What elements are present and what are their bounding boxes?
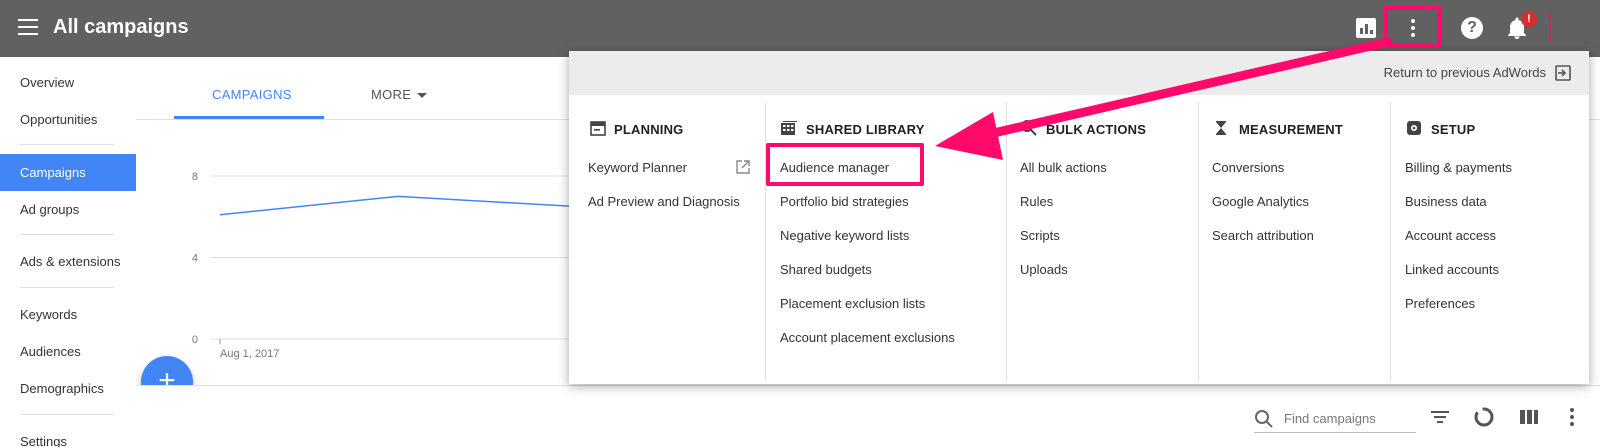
- tab-more[interactable]: MORE: [371, 87, 428, 102]
- sidebar-divider: [20, 414, 114, 415]
- uploads-link[interactable]: Uploads: [1020, 262, 1068, 277]
- sidebar-item-keywords[interactable]: Keywords: [0, 296, 136, 333]
- line-chart: 8 4 0 Aug 1, 2017: [192, 171, 576, 360]
- account-access-link[interactable]: Account access: [1405, 228, 1496, 243]
- placement-exclusion-lists-link[interactable]: Placement exclusion lists: [780, 296, 925, 311]
- rules-link[interactable]: Rules: [1020, 194, 1053, 209]
- sidebar-divider: [20, 144, 114, 145]
- search-attribution-link[interactable]: Search attribution: [1212, 228, 1314, 243]
- dropdown-header: Return to previous AdWords: [569, 51, 1589, 95]
- tools-dropdown-menu: Return to previous AdWords: [569, 51, 1589, 384]
- conversions-link[interactable]: Conversions: [1212, 160, 1284, 175]
- shared-budgets-link[interactable]: Shared budgets: [780, 262, 872, 277]
- preferences-link[interactable]: Preferences: [1405, 296, 1475, 311]
- caret-down-icon: [417, 93, 428, 99]
- y-tick-label: 0: [192, 334, 198, 346]
- billing-payments-link[interactable]: Billing & payments: [1405, 160, 1512, 175]
- audience-manager-highlight: [766, 143, 924, 186]
- library-icon: [781, 121, 797, 135]
- sidebar-divider: [20, 234, 114, 235]
- all-bulk-actions-link[interactable]: All bulk actions: [1020, 160, 1107, 175]
- columns-icon[interactable]: [1517, 405, 1541, 429]
- series-line: [219, 195, 576, 216]
- help-icon[interactable]: ?: [1461, 17, 1483, 39]
- sidebar-divider: [20, 287, 114, 288]
- segment-icon[interactable]: [1472, 405, 1496, 429]
- hourglass-icon: [1216, 121, 1226, 135]
- sidebar-item-opportunities[interactable]: Opportunities: [0, 101, 136, 138]
- more-options-button-highlight[interactable]: [1384, 6, 1441, 47]
- scripts-link[interactable]: Scripts: [1020, 228, 1060, 243]
- linked-accounts-link[interactable]: Linked accounts: [1405, 262, 1499, 277]
- sidebar: Overview Opportunities Campaigns Ad grou…: [0, 57, 136, 447]
- active-tab-indicator: [174, 116, 324, 119]
- sidebar-item-audiences[interactable]: Audiences: [0, 333, 136, 370]
- hamburger-menu-icon[interactable]: [18, 19, 38, 35]
- calendar-icon: [590, 121, 606, 136]
- column-divider: [1198, 102, 1199, 380]
- measurement-heading: MEASUREMENT: [1239, 122, 1344, 137]
- bulk-actions-heading: BULK ACTIONS: [1046, 122, 1147, 137]
- exit-icon[interactable]: [1554, 64, 1572, 82]
- return-to-previous-adwords-link[interactable]: Return to previous AdWords: [1384, 65, 1546, 80]
- search-input[interactable]: [1284, 407, 1412, 429]
- search-icon: [1255, 410, 1273, 428]
- page-title: All campaigns: [53, 16, 189, 38]
- sidebar-item-demographics[interactable]: Demographics: [0, 370, 136, 407]
- google-analytics-link[interactable]: Google Analytics: [1212, 194, 1309, 209]
- settings-icon: [1407, 121, 1421, 135]
- search-field[interactable]: [1254, 405, 1416, 433]
- tab-more-label: MORE: [371, 87, 412, 102]
- y-tick-label: 8: [192, 171, 198, 183]
- x-tick-label: Aug 1, 2017: [220, 348, 279, 360]
- account-placement-exclusions-link[interactable]: Account placement exclusions: [780, 330, 955, 345]
- sidebar-item-settings[interactable]: Settings: [0, 423, 136, 447]
- search-icon: [1021, 120, 1037, 136]
- keyword-planner-link[interactable]: Keyword Planner: [588, 160, 687, 175]
- column-divider: [1390, 102, 1391, 380]
- tab-campaigns[interactable]: CAMPAIGNS: [212, 87, 292, 102]
- reports-icon[interactable]: [1356, 18, 1376, 38]
- shared-library-heading: SHARED LIBRARY: [806, 122, 925, 137]
- more-vert-icon[interactable]: [1411, 19, 1415, 37]
- portfolio-bid-strategies-link[interactable]: Portfolio bid strategies: [780, 194, 909, 209]
- filter-icon[interactable]: [1428, 405, 1452, 429]
- sidebar-item-ad-groups[interactable]: Ad groups: [0, 191, 136, 228]
- notification-badge: !: [1521, 11, 1537, 27]
- open-in-new-icon[interactable]: [735, 159, 751, 175]
- ad-preview-link[interactable]: Ad Preview and Diagnosis: [588, 194, 740, 209]
- sidebar-item-ads-extensions[interactable]: Ads & extensions: [0, 243, 136, 280]
- y-tick-label: 4: [192, 253, 198, 265]
- top-bar: All campaigns ? !: [0, 0, 1600, 57]
- column-divider: [1006, 102, 1007, 380]
- business-data-link[interactable]: Business data: [1405, 194, 1487, 209]
- more-vert-icon[interactable]: [1560, 405, 1584, 429]
- negative-keyword-lists-link[interactable]: Negative keyword lists: [780, 228, 909, 243]
- setup-heading: SETUP: [1431, 122, 1476, 137]
- planning-heading: PLANNING: [614, 122, 684, 137]
- sidebar-item-overview[interactable]: Overview: [0, 64, 136, 101]
- sidebar-item-campaigns[interactable]: Campaigns: [0, 154, 136, 191]
